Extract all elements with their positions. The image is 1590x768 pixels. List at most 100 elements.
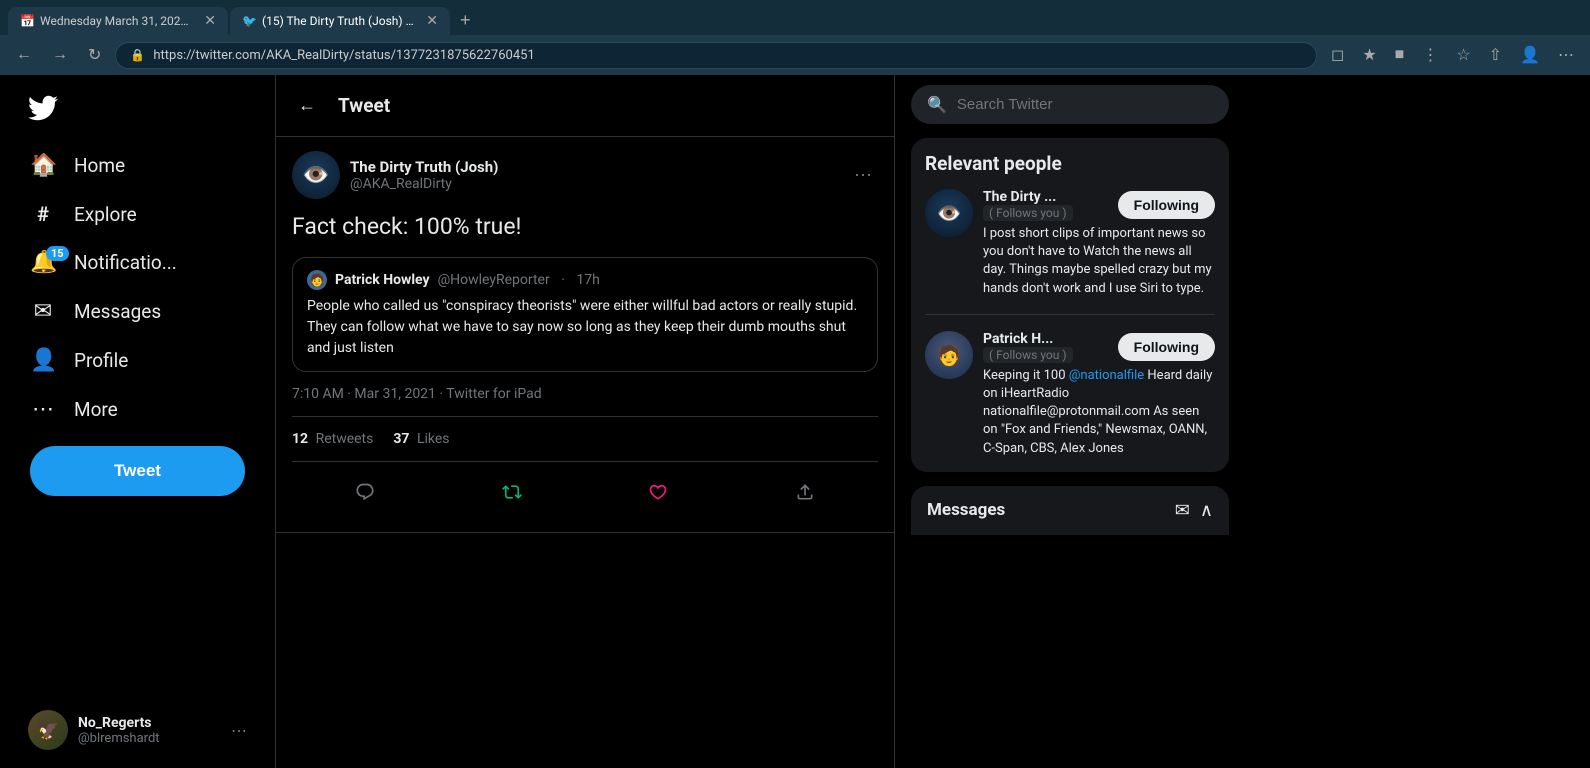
retweet-button[interactable] (494, 474, 530, 510)
person-item-dirty-truth: 👁️ The Dirty ... ( Follows you ) Followi… (925, 189, 1215, 315)
tweet-actions (292, 466, 878, 518)
right-panel: 🔍 Relevant people 👁️ The Dirty ... ( Fol… (895, 75, 1245, 768)
new-tab-button[interactable]: + (452, 6, 479, 35)
sidebar: 🏠 Home # Explore 🔔 15 Notificatio... ✉ M… (0, 75, 275, 768)
tweet-more-options-button[interactable]: ⋯ (848, 159, 878, 192)
tweet-author-text: The Dirty Truth (Josh) @AKA_RealDirty (350, 158, 498, 192)
relevant-people-title: Relevant people (925, 152, 1215, 175)
tab-close-1[interactable]: ✕ (204, 13, 216, 29)
address-bar[interactable]: 🔒 https://twitter.com/AKA_RealDirty/stat… (115, 42, 1317, 69)
settings-button[interactable]: ⋯ (1552, 41, 1580, 69)
new-message-button[interactable]: ✉ (1175, 500, 1190, 521)
tweet-main: 👁️ The Dirty Truth (Josh) @AKA_RealDirty… (276, 137, 894, 533)
person-avatar-dirty-truth[interactable]: 👁️ (925, 189, 973, 237)
browser-tab-2[interactable]: 🐦 (15) The Dirty Truth (Josh) on Tw... ✕ (230, 7, 450, 35)
tweet-header-title: Tweet (338, 94, 390, 117)
share-tweet-button[interactable] (787, 474, 823, 510)
sidebar-item-profile[interactable]: 👤 Profile (16, 336, 259, 385)
mail-icon: ✉ (30, 299, 56, 324)
following-button-dirty-truth[interactable]: Following (1118, 191, 1215, 219)
more-tools-button[interactable]: ⋮ (1416, 41, 1444, 69)
sidebar-more-dots-icon: ⋯ (231, 721, 247, 740)
sidebar-username: @blremshardt (78, 731, 221, 746)
quoted-tweet[interactable]: 🧑 Patrick Howley @HowleyReporter · 17h P… (292, 257, 878, 372)
sidebar-label-notifications: Notificatio... (74, 251, 177, 274)
person-name-dirty-truth: The Dirty ... (983, 189, 1073, 205)
collapse-messages-button[interactable]: ∧ (1200, 500, 1213, 521)
bookmark-button[interactable]: ★ (1356, 41, 1382, 69)
likes-label: Likes (417, 431, 450, 447)
search-input[interactable] (957, 96, 1213, 113)
sidebar-item-notifications[interactable]: 🔔 15 Notificatio... (16, 238, 259, 287)
retweet-icon (502, 482, 522, 502)
browser-tab-1[interactable]: 📅 Wednesday March 31, 2021 You... ✕ (8, 7, 228, 35)
person-avatar-patrick[interactable]: 🧑 (925, 331, 973, 379)
sidebar-display-name: No_Regerts (78, 715, 221, 731)
person-icon: 👤 (30, 348, 56, 373)
tab-favicon-2: 🐦 (242, 14, 256, 28)
toolbar-actions: ◻ ★ ■ ⋮ ☆ ⇧ 👤 ⋯ (1325, 41, 1580, 69)
lock-icon: 🔒 (130, 48, 145, 62)
reload-button[interactable]: ↻ (82, 41, 107, 69)
notification-badge: 15 (46, 246, 69, 261)
search-icon: 🔍 (927, 95, 947, 114)
person-name-sub-dirty-truth: The Dirty ... ( Follows you ) (983, 189, 1073, 221)
person-name-row-patrick: Patrick H... ( Follows you ) Following (983, 331, 1215, 363)
explore-icon: # (30, 202, 56, 226)
tweet-author-avatar[interactable]: 👁️ (292, 151, 340, 199)
url-text: https://twitter.com/AKA_RealDirty/status… (153, 48, 534, 63)
main-layout: 🏠 Home # Explore 🔔 15 Notificatio... ✉ M… (0, 75, 1590, 768)
back-browser-button[interactable]: ← (10, 42, 38, 68)
home-icon: 🏠 (30, 153, 56, 178)
twitter-logo[interactable] (16, 83, 259, 137)
person-avatar-dirty-truth-image: 👁️ (925, 189, 973, 237)
sidebar-item-home[interactable]: 🏠 Home (16, 141, 259, 190)
browser-chrome: 📅 Wednesday March 31, 2021 You... ✕ 🐦 (1… (0, 0, 1590, 75)
share-icon (795, 482, 815, 502)
tweet-author-info: 👁️ The Dirty Truth (Josh) @AKA_RealDirty (292, 151, 498, 199)
profile-browser-button[interactable]: 👤 (1514, 41, 1546, 69)
sidebar-label-more: More (74, 398, 118, 421)
tweet-author-avatar-image: 👁️ (292, 151, 340, 199)
sidebar-user-info: No_Regerts @blremshardt (78, 715, 221, 746)
quoted-author-avatar: 🧑 (307, 270, 327, 290)
extensions2-button[interactable]: ■ (1389, 42, 1411, 68)
quoted-tweet-text: People who called us "conspiracy theoris… (307, 296, 863, 359)
person-item-patrick: 🧑 Patrick H... ( Follows you ) Following… (925, 331, 1215, 458)
tweet-compose-button[interactable]: Tweet (30, 446, 245, 496)
follows-you-badge-patrick: ( Follows you ) (983, 347, 1073, 363)
search-bar[interactable]: 🔍 (911, 85, 1229, 124)
extensions-button[interactable]: ◻ (1325, 41, 1350, 69)
messages-footer-icons: ✉ ∧ (1175, 500, 1213, 521)
tweet-author-row: 👁️ The Dirty Truth (Josh) @AKA_RealDirty… (292, 151, 878, 199)
reply-button[interactable] (347, 474, 383, 510)
sidebar-footer[interactable]: 🦅 No_Regerts @blremshardt ⋯ (16, 700, 259, 760)
heart-icon (648, 482, 668, 502)
content-area: ← Tweet 👁️ The Dirty Truth (Josh) @AKA_R… (275, 75, 895, 768)
tab-close-2[interactable]: ✕ (426, 13, 438, 29)
quoted-author-row: 🧑 Patrick Howley @HowleyReporter · 17h (307, 270, 863, 290)
mention-nationalfile[interactable]: @nationalfile (1069, 368, 1144, 383)
tab-title-2: (15) The Dirty Truth (Josh) on Tw... (262, 14, 416, 28)
likes-number: 37 (393, 431, 409, 447)
sidebar-item-messages[interactable]: ✉ Messages (16, 287, 259, 336)
twitter-bird-icon (28, 93, 58, 123)
quoted-timestamp: 17h (576, 272, 599, 288)
following-button-patrick[interactable]: Following (1118, 333, 1215, 361)
follows-you-badge-dirty-truth: ( Follows you ) (983, 205, 1073, 221)
favorites-button[interactable]: ☆ (1450, 41, 1476, 69)
browser-toolbar: ← → ↻ 🔒 https://twitter.com/AKA_RealDirt… (0, 35, 1590, 75)
back-to-timeline-button[interactable]: ← (292, 89, 322, 122)
relevant-people-card: Relevant people 👁️ The Dirty ... ( Follo… (911, 138, 1229, 472)
forward-browser-button[interactable]: → (46, 42, 74, 68)
sidebar-item-more[interactable]: ⋯ More (16, 385, 259, 434)
likes-count[interactable]: 37 Likes (393, 431, 449, 447)
reply-icon (355, 482, 375, 502)
share-button[interactable]: ⇧ (1483, 41, 1508, 69)
person-avatar-patrick-image: 🧑 (925, 331, 973, 379)
tweet-stats: 12 Retweets 37 Likes (292, 431, 878, 462)
like-button[interactable] (640, 474, 676, 510)
sidebar-user-avatar: 🦅 (28, 710, 68, 750)
retweet-count[interactable]: 12 Retweets (292, 431, 373, 447)
sidebar-item-explore[interactable]: # Explore (16, 190, 259, 238)
